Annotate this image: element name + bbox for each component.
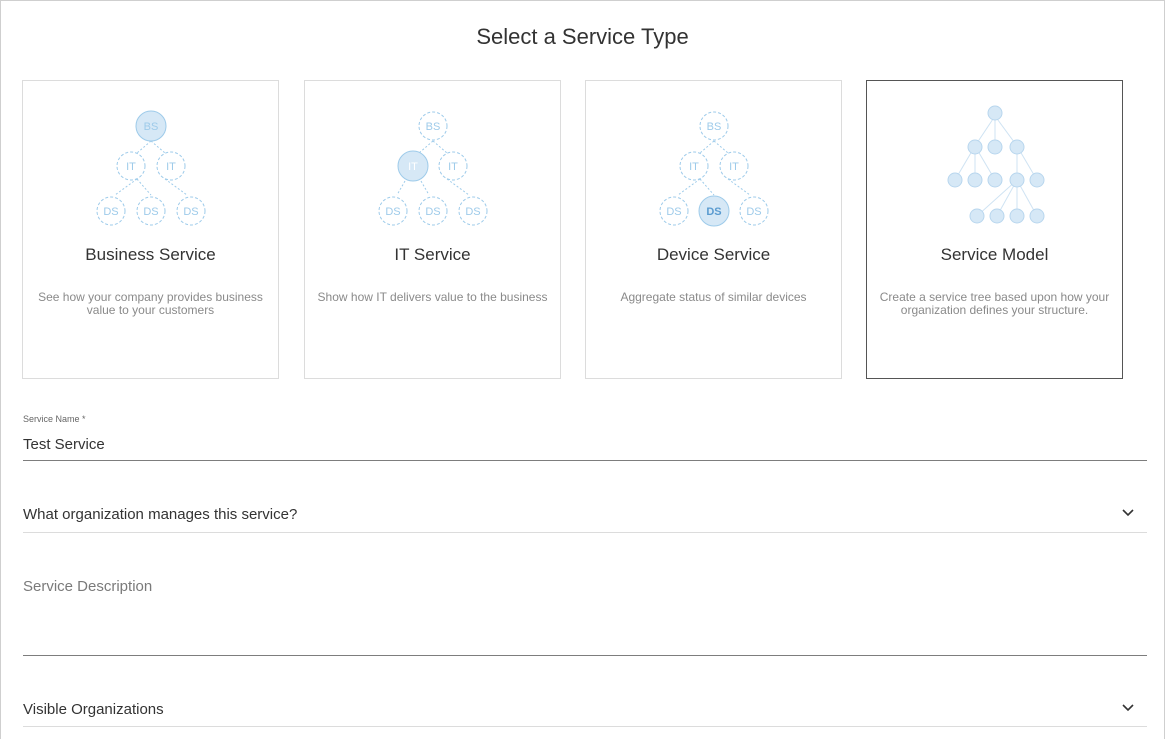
service-type-card-it[interactable]: BS IT IT DS DS DS IT Service Show how IT… bbox=[304, 80, 561, 379]
service-description-input[interactable]: Service Description bbox=[23, 578, 152, 595]
device-service-tree-icon: BS IT IT DS DS DS bbox=[659, 111, 769, 227]
ds-node-label: DS bbox=[385, 206, 400, 218]
ds-node-label: DS bbox=[103, 206, 118, 218]
bs-node-label: BS bbox=[144, 121, 159, 133]
ds-node-label: DS bbox=[706, 206, 721, 218]
ds-node-label: DS bbox=[746, 206, 761, 218]
it-node-label: IT bbox=[408, 161, 418, 173]
ds-node-label: DS bbox=[465, 206, 480, 218]
card-description: See how your company provides business v… bbox=[38, 290, 263, 317]
service-type-card-model[interactable]: Service Model Create a service tree base… bbox=[866, 80, 1123, 379]
card-title: IT Service bbox=[394, 245, 471, 264]
chevron-down-icon bbox=[1122, 704, 1134, 712]
card-title: Service Model bbox=[940, 245, 1049, 264]
page-title: Select a Service Type bbox=[476, 24, 689, 49]
organization-select-label: What organization manages this service? bbox=[23, 506, 298, 523]
service-description-underline bbox=[23, 655, 1147, 656]
card-title: Business Service bbox=[85, 245, 216, 264]
it-node-label: IT bbox=[166, 161, 176, 173]
card-description: Aggregate status of similar devices bbox=[620, 290, 807, 304]
service-type-card-device[interactable]: BS IT IT DS DS DS Device Service Aggrega… bbox=[585, 80, 842, 379]
business-service-tree-icon: BS IT IT DS DS DS bbox=[96, 110, 206, 226]
service-name-underline bbox=[23, 460, 1147, 461]
service-type-card-business[interactable]: BS IT IT DS DS DS Business Service See h… bbox=[22, 80, 279, 379]
it-node-label: IT bbox=[126, 161, 136, 173]
visible-organizations-underline bbox=[23, 726, 1147, 727]
it-node-label: IT bbox=[448, 161, 458, 173]
it-node-label: IT bbox=[729, 161, 739, 173]
ds-node-label: DS bbox=[425, 206, 440, 218]
ds-node-label: DS bbox=[143, 206, 158, 218]
chevron-down-icon bbox=[1122, 509, 1134, 517]
bs-node-label: BS bbox=[707, 121, 722, 133]
service-model-tree-icon bbox=[947, 105, 1045, 224]
card-description: Create a service tree based upon how you… bbox=[879, 290, 1110, 317]
ds-node-label: DS bbox=[666, 206, 681, 218]
card-description: Show how IT delivers value to the busine… bbox=[317, 290, 548, 304]
card-title: Device Service bbox=[656, 245, 771, 264]
it-node-label: IT bbox=[689, 161, 699, 173]
organization-select[interactable]: What organization manages this service? bbox=[23, 502, 1147, 530]
ds-node-label: DS bbox=[183, 206, 198, 218]
bs-node-label: BS bbox=[426, 121, 441, 133]
service-name-input[interactable]: Test Service bbox=[23, 436, 105, 453]
visible-organizations-select[interactable]: Visible Organizations bbox=[23, 697, 1147, 725]
service-name-label: Service Name * bbox=[23, 414, 86, 424]
visible-organizations-label: Visible Organizations bbox=[23, 701, 164, 718]
it-service-tree-icon: BS IT IT DS DS DS bbox=[378, 111, 488, 226]
organization-underline bbox=[23, 532, 1147, 533]
